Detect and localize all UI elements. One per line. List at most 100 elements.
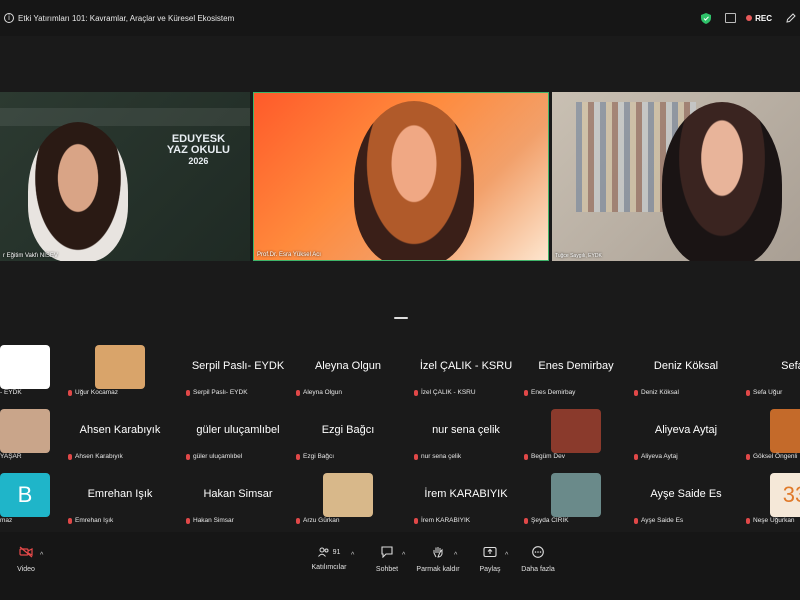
raise-hand-button[interactable]: Parmak kaldır	[414, 546, 462, 573]
participant-name-label: - EYDK	[0, 389, 22, 396]
video-button[interactable]: Video	[14, 546, 38, 573]
info-icon[interactable]: i	[4, 13, 14, 23]
participant-display-name: Sefa U	[781, 360, 800, 372]
participant-tile[interactable]: Hakan Simsar Hakan Simsar	[182, 468, 294, 528]
participant-avatar	[323, 473, 373, 517]
recording-indicator[interactable]: REC	[746, 14, 772, 23]
video-name-label: Tuğce Saygılı, EYDK	[555, 253, 602, 259]
participant-tile[interactable]: İzel ÇALIK - KSRU İzel ÇALIK - KSRU	[410, 340, 522, 400]
video-tile[interactable]: EDUYESK YAZ OKULU 2026 r Eğitim Vakfı Nİ…	[0, 92, 250, 261]
more-button[interactable]: Daha fazla	[518, 546, 558, 573]
mic-muted-icon	[414, 517, 418, 524]
participant-label-text: Enes Demirbay	[531, 389, 576, 396]
raise-hand-options-caret[interactable]: ^	[454, 552, 457, 559]
participant-display-name: Aliyeva Aytaj	[654, 424, 718, 436]
mic-muted-icon	[68, 517, 72, 524]
participant-label-text: nur sena çelik	[421, 453, 462, 460]
bottom-toolbar: Video ^ 91 Katılımcılar ^ Sohbet ^ Parma…	[0, 532, 800, 600]
chat-icon	[381, 546, 393, 559]
video-strip: EDUYESK YAZ OKULU 2026 r Eğitim Vakfı Nİ…	[0, 92, 800, 261]
participant-tile[interactable]: - EYDK	[0, 340, 54, 400]
participant-tile[interactable]: Ayşe Saide Es Ayşe Saide Es	[630, 468, 742, 528]
participant-tile[interactable]: Arzu Gürkan	[292, 468, 404, 528]
participant-tile[interactable]: nur sena çelik nur sena çelik	[410, 404, 522, 464]
share-options-caret[interactable]: ^	[505, 552, 508, 559]
captions-icon[interactable]	[725, 13, 737, 23]
video-options-caret[interactable]: ^	[40, 552, 43, 559]
participant-tile[interactable]: 33Neşe Uğurkan	[742, 468, 800, 528]
participant-label-text: maz	[0, 517, 13, 524]
participant-tile[interactable]: Uğur Kocamaz	[64, 340, 176, 400]
mic-muted-icon	[634, 389, 638, 396]
video-tile[interactable]: Tuğce Saygılı, EYDK	[552, 92, 800, 261]
participant-tile[interactable]: güler uluçamlıbel güler uluçamlıbel	[182, 404, 294, 464]
participant-tile[interactable]: Ezgi Bağcı Ezgi Bağcı	[292, 404, 404, 464]
participant-label-text: Sefa Uğur	[753, 389, 783, 396]
participant-tile[interactable]: Aleyna Olgun Aleyna Olgun	[292, 340, 404, 400]
video-off-icon	[19, 546, 33, 558]
participant-name-label: Aliyeva Aytaj	[634, 453, 678, 460]
participant-tile[interactable]: Bmaz	[0, 468, 54, 528]
participant-avatar: B	[0, 473, 50, 517]
resize-handle[interactable]	[394, 317, 408, 319]
participant-avatar	[0, 409, 50, 453]
mic-muted-icon	[634, 517, 638, 524]
participant-display-name: Serpil Paslı- EYDK	[191, 360, 285, 372]
participant-name-label: Sefa Uğur	[746, 389, 782, 396]
participant-tile[interactable]: YAŞAR	[0, 404, 54, 464]
participants-button[interactable]: 91 Katılımcılar	[310, 546, 348, 571]
participant-tile[interactable]: Serpil Paslı- EYDK Serpil Paslı- EYDK	[182, 340, 294, 400]
mic-muted-icon	[746, 389, 750, 396]
mic-muted-icon	[68, 453, 72, 460]
mic-muted-icon	[746, 517, 750, 524]
video-name-label: r Eğitim Vakfı NİSEV	[3, 253, 58, 259]
participant-display-name: güler uluçamlıbel	[196, 424, 280, 436]
participant-tile[interactable]: Sefa U Sefa Uğur	[742, 340, 800, 400]
mic-muted-icon	[186, 517, 190, 524]
participant-name-label: YAŞAR	[0, 453, 22, 460]
chat-options-caret[interactable]: ^	[402, 552, 405, 559]
participant-label-text: Göksel Öngenli	[753, 453, 798, 460]
shield-icon[interactable]	[701, 12, 712, 24]
participant-name-label: Ezgi Bağcı	[296, 453, 334, 460]
participant-display-name: nur sena çelik	[432, 424, 500, 436]
mic-muted-icon	[524, 517, 528, 524]
participant-video	[354, 101, 474, 260]
participant-tile[interactable]: İrem KARABIYIK İrem KARABIYIK	[410, 468, 522, 528]
participant-name-label: İzel ÇALIK - KSRU	[414, 389, 476, 396]
participant-tile[interactable]: Begüm Dev	[520, 404, 632, 464]
pencil-icon[interactable]	[786, 13, 796, 23]
participant-tile[interactable]: Deniz Köksal Deniz Köksal	[630, 340, 742, 400]
participant-avatar	[0, 345, 50, 389]
chat-button[interactable]: Sohbet	[372, 546, 402, 573]
more-icon	[532, 546, 544, 558]
mic-muted-icon	[296, 517, 300, 524]
participant-avatar: 33	[770, 473, 800, 517]
participant-name-label: Ahsen Karabıyık	[68, 453, 123, 460]
participant-name-label: Uğur Kocamaz	[68, 389, 118, 396]
participant-label-text: Arzu Gürkan	[303, 517, 340, 524]
participant-display-name: Enes Demirbay	[538, 360, 614, 372]
participant-avatar	[770, 409, 800, 453]
participant-tile[interactable]: Şeyda CIRIK	[520, 468, 632, 528]
mic-muted-icon	[296, 453, 300, 460]
share-button[interactable]: Paylaş	[476, 546, 504, 573]
video-name-label: Prof.Dr. Esra Yüksel Acı	[257, 252, 321, 258]
video-tile[interactable]: Prof.Dr. Esra Yüksel Acı	[253, 92, 549, 261]
participant-tile[interactable]: Emrehan Işık Emrehan Işık	[64, 468, 176, 528]
event-banner: EDUYESK YAZ OKULU 2026	[166, 133, 230, 167]
participant-tile[interactable]: Enes Demirbay Enes Demirbay	[520, 340, 632, 400]
participant-label-text: Hakan Simsar	[193, 517, 234, 524]
mic-muted-icon	[414, 389, 418, 396]
rec-label: REC	[755, 13, 772, 23]
participant-tile[interactable]: Göksel Öngenli	[742, 404, 800, 464]
participant-tile[interactable]: Aliyeva Aytaj Aliyeva Aytaj	[630, 404, 742, 464]
mic-muted-icon	[634, 453, 638, 460]
participant-display-name: İzel ÇALIK - KSRU	[419, 360, 513, 372]
mic-muted-icon	[524, 453, 528, 460]
participants-options-caret[interactable]: ^	[351, 552, 354, 559]
participant-display-name: Deniz Köksal	[653, 360, 719, 372]
participant-name-label: Enes Demirbay	[524, 389, 575, 396]
participant-label-text: İrem KARABIYIK	[421, 517, 471, 524]
participant-tile[interactable]: Ahsen Karabıyık Ahsen Karabıyık	[64, 404, 176, 464]
